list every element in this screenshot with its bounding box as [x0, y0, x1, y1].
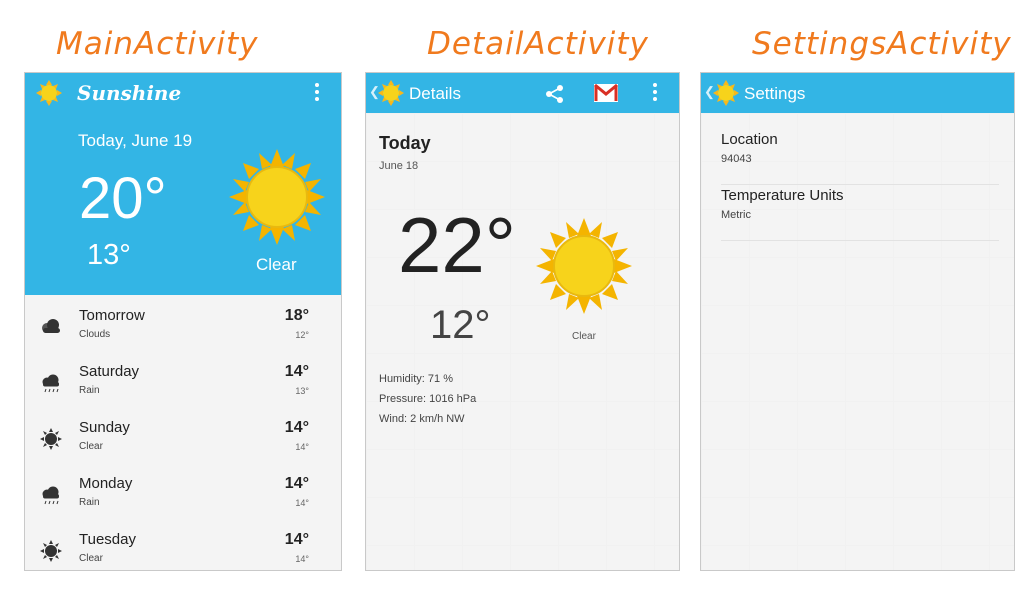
detail-action-bar: ❮ Details: [366, 73, 679, 113]
settings-action-bar: ❮ Settings: [701, 73, 1014, 113]
forecast-day: Tuesday: [79, 531, 136, 548]
forecast-low: 14°: [295, 554, 309, 564]
app-logo-sun-icon: [36, 80, 62, 106]
detail-humidity: Humidity: 71 %: [379, 373, 453, 385]
detail-background: [366, 113, 679, 570]
main-activity-label: MainActivity: [56, 26, 259, 62]
pref-temperature-units[interactable]: Temperature Units Metric: [721, 185, 999, 241]
pref-value: 94043: [721, 153, 752, 165]
detail-wind: Wind: 2 km/h NW: [379, 413, 465, 425]
settings-activity-label: SettingsActivity: [752, 26, 1012, 62]
forecast-low: 12°: [295, 330, 309, 340]
cloud-icon: [39, 315, 63, 339]
forecast-low: 14°: [295, 498, 309, 508]
forecast-high: 14°: [284, 531, 309, 548]
forecast-day: Saturday: [79, 363, 140, 380]
pref-title: Temperature Units: [721, 187, 844, 204]
main-activity-screen: Sunshine Today, June 19 20° 13° Clear To…: [24, 72, 342, 571]
detail-title: Details: [409, 84, 461, 103]
pref-location[interactable]: Location 94043: [721, 129, 999, 185]
forecast-condition: Clear: [79, 441, 103, 452]
detail-condition: Clear: [572, 331, 596, 342]
forecast-item[interactable]: Tuesday Clear 14° 14°: [39, 523, 329, 570]
forecast-item[interactable]: Saturday Rain 14° 13°: [39, 355, 329, 411]
sun-icon: [229, 149, 325, 245]
overflow-menu-icon[interactable]: [653, 83, 657, 104]
gmail-icon[interactable]: [593, 82, 619, 104]
rain-icon: [39, 483, 63, 507]
today-card[interactable]: Today, June 19 20° 13° Clear: [25, 113, 341, 295]
settings-activity-screen: ❮ Settings Location 94043 Temperature Un…: [700, 72, 1015, 571]
detail-pressure: Pressure: 1016 hPa: [379, 393, 477, 405]
forecast-condition: Clear: [79, 553, 103, 564]
app-logo-sun-icon[interactable]: [377, 79, 405, 107]
detail-activity-label: DetailActivity: [427, 26, 649, 62]
forecast-low: 14°: [295, 442, 309, 452]
forecast-item[interactable]: Sunday Clear 14° 14°: [39, 411, 329, 467]
sun-icon: [39, 539, 63, 563]
app-logo-sun-icon[interactable]: [712, 79, 740, 107]
today-high: 20°: [79, 166, 167, 231]
sun-icon: [536, 218, 632, 314]
today-low: 13°: [87, 239, 131, 271]
forecast-condition: Rain: [79, 497, 100, 508]
forecast-low: 13°: [295, 386, 309, 396]
share-icon[interactable]: [544, 83, 566, 105]
pref-title: Location: [721, 131, 778, 148]
detail-high: 22°: [398, 201, 516, 289]
today-date: Today, June 19: [78, 131, 193, 150]
overflow-menu-icon[interactable]: [315, 83, 319, 104]
detail-day: Today: [379, 133, 431, 153]
app-title: Sunshine: [77, 81, 182, 105]
rain-icon: [39, 371, 63, 395]
forecast-day: Sunday: [79, 419, 130, 436]
forecast-item[interactable]: Monday Rain 14° 14°: [39, 467, 329, 523]
today-condition: Clear: [256, 255, 297, 274]
forecast-day: Tomorrow: [79, 307, 145, 324]
detail-low: 12°: [430, 303, 491, 347]
forecast-condition: Clouds: [79, 329, 111, 340]
pref-value: Metric: [721, 209, 751, 221]
forecast-high: 14°: [284, 475, 309, 492]
forecast-high: 18°: [284, 307, 309, 324]
forecast-condition: Rain: [79, 385, 100, 396]
detail-activity-screen: ❮ Details Today June 18 22° 12° Clear Hu…: [365, 72, 680, 571]
main-action-bar: Sunshine: [25, 73, 341, 113]
settings-title: Settings: [744, 84, 806, 103]
detail-date: June 18: [379, 160, 419, 172]
forecast-high: 14°: [284, 419, 309, 436]
forecast-day: Monday: [79, 475, 133, 492]
forecast-high: 14°: [284, 363, 309, 380]
sun-icon: [39, 427, 63, 451]
forecast-item[interactable]: Tomorrow Clouds 18° 12°: [39, 299, 329, 355]
